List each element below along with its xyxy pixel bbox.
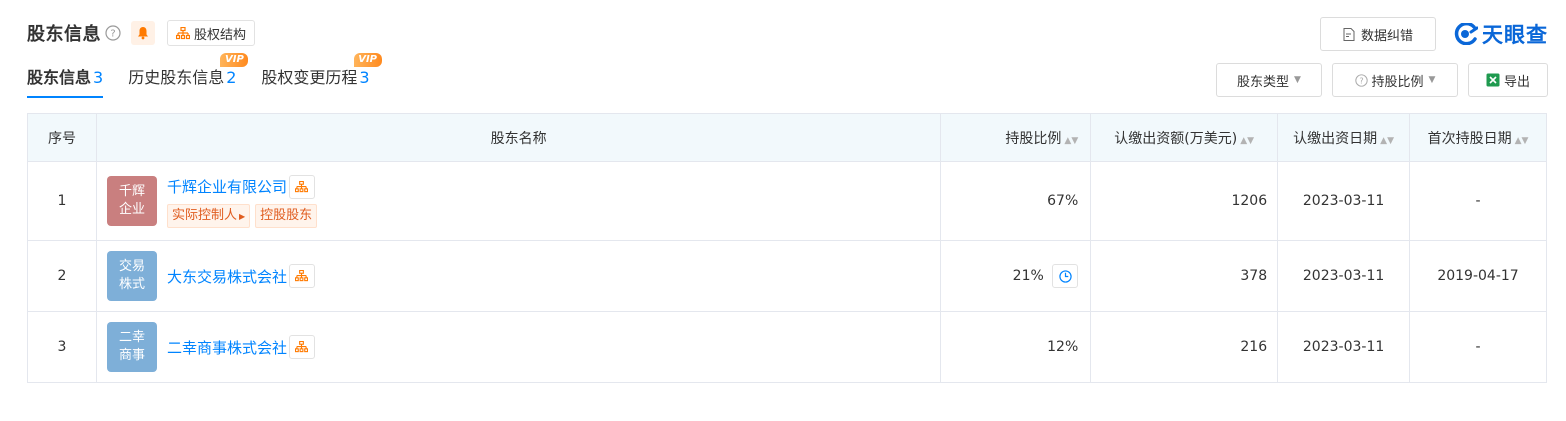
- row-first-date: 2019-04-17: [1409, 240, 1547, 312]
- row-index: 1: [27, 161, 97, 241]
- table-header-row: 序号 股东名称 持股比例 ▲▼ 认缴出资额(万美元) ▲▼ 认缴出资日期 ▲▼ 首次持…: [27, 113, 1547, 162]
- tab-equity-changes[interactable]: 股权变更历程 3 VIP: [261, 53, 382, 98]
- row-ratio: 67%: [940, 161, 1092, 241]
- controlling-shareholder-tag: 控股股东: [255, 203, 318, 228]
- help-icon: ?: [1354, 73, 1368, 87]
- org-chart-icon[interactable]: [288, 335, 315, 359]
- brand-logo: 天眼查: [1454, 19, 1548, 49]
- row-ratio: 12%: [940, 311, 1092, 383]
- table-row: 2 交易株式 大东交易株式会社 21% 378 2023-03-11 2019-…: [27, 240, 1547, 312]
- page-title: 股东信息: [27, 24, 101, 45]
- help-icon[interactable]: ?: [105, 25, 121, 41]
- tab-label: 股权变更历程: [261, 68, 358, 87]
- row-name-cell: 交易株式 大东交易株式会社: [95, 240, 942, 312]
- top-right-actions: 数据纠错 天眼查: [1320, 17, 1548, 51]
- header-index: 序号: [27, 113, 97, 162]
- org-chart-icon[interactable]: [288, 264, 315, 288]
- row-ratio-cell: 21%: [940, 240, 1092, 312]
- row-name-cell: 千辉企业 千辉企业有限公司 实际控制人 ▶ 控股股东: [95, 161, 942, 241]
- row-index: 3: [27, 311, 97, 383]
- row-amount: 1206: [1090, 161, 1279, 241]
- company-logo: 交易株式: [106, 251, 157, 301]
- tab-count: 3: [93, 68, 104, 87]
- row-amount: 216: [1090, 311, 1279, 383]
- brand-eye-icon: [1454, 23, 1478, 45]
- header-date[interactable]: 认缴出资日期 ▲▼: [1277, 113, 1411, 162]
- org-chart-icon: [176, 26, 190, 40]
- sort-icon: ▲▼: [1240, 135, 1255, 146]
- filter-bar: 股东类型 ▼ ? 持股比例 ▼ 导出: [1206, 63, 1548, 97]
- svg-text:?: ?: [110, 29, 115, 40]
- tab-bar: 股东信息 3 历史股东信息 2 VIP 股权变更历程 3 VIP: [27, 53, 395, 98]
- caret-down-icon: ▼: [1428, 75, 1436, 85]
- table-row: 3 二幸商事 二幸商事株式会社 12% 216 2023-03-11 -: [27, 311, 1547, 383]
- row-ratio: 21%: [1012, 268, 1044, 284]
- row-first-date: -: [1409, 311, 1547, 383]
- row-amount: 378: [1090, 240, 1279, 312]
- tab-count: 2: [226, 68, 237, 87]
- report-error-button[interactable]: 数据纠错: [1320, 17, 1436, 51]
- caret-right-icon: ▶: [238, 211, 246, 221]
- company-name-link[interactable]: 千辉企业有限公司: [167, 176, 287, 197]
- row-index: 2: [27, 240, 97, 312]
- share-ratio-dropdown[interactable]: ? 持股比例 ▼: [1332, 63, 1458, 97]
- pie-chart-icon[interactable]: [1052, 264, 1079, 288]
- edit-doc-icon: [1343, 27, 1355, 41]
- caret-down-icon: ▼: [1294, 75, 1301, 85]
- export-label: 导出: [1503, 74, 1530, 90]
- row-first-date: -: [1409, 161, 1547, 241]
- tab-label: 历史股东信息: [128, 68, 225, 87]
- holder-type-label: 股东类型: [1237, 74, 1290, 90]
- svg-text:?: ?: [1359, 75, 1363, 85]
- tab-shareholders[interactable]: 股东信息 3: [27, 62, 104, 98]
- excel-icon: [1486, 73, 1500, 87]
- header-first-date[interactable]: 首次持股日期 ▲▼: [1409, 113, 1547, 162]
- brand-name: 天眼查: [1482, 23, 1548, 47]
- tab-label: 股东信息: [27, 68, 92, 87]
- sort-icon: ▲▼: [1514, 135, 1529, 146]
- row-date: 2023-03-11: [1277, 240, 1411, 312]
- company-logo: 千辉企业: [106, 176, 157, 226]
- header-amount[interactable]: 认缴出资额(万美元) ▲▼: [1090, 113, 1279, 162]
- equity-structure-label: 股权结构: [194, 27, 247, 43]
- vip-badge: VIP: [220, 53, 249, 67]
- bell-icon[interactable]: [131, 21, 155, 45]
- header-name: 股东名称: [95, 113, 942, 162]
- org-chart-icon[interactable]: [288, 174, 315, 199]
- row-name-cell: 二幸商事 二幸商事株式会社: [95, 311, 942, 383]
- row-date: 2023-03-11: [1277, 311, 1411, 383]
- sort-icon: ▲▼: [1380, 135, 1394, 146]
- report-error-label: 数据纠错: [1360, 28, 1413, 44]
- share-ratio-label: 持股比例: [1371, 74, 1424, 90]
- equity-structure-button[interactable]: 股权结构: [167, 20, 256, 46]
- tab-history-shareholders[interactable]: 历史股东信息 2 VIP: [128, 53, 249, 98]
- title-row: 股东信息 ? 股权结构: [27, 18, 256, 48]
- table-row: 1 千辉企业 千辉企业有限公司 实际控制人 ▶ 控股股东 67% 1206 20…: [27, 161, 1547, 241]
- holder-type-dropdown[interactable]: 股东类型 ▼: [1216, 63, 1322, 97]
- company-logo: 二幸商事: [106, 322, 157, 372]
- company-name-link[interactable]: 大东交易株式会社: [167, 266, 287, 287]
- header-ratio[interactable]: 持股比例 ▲▼: [940, 113, 1092, 162]
- tab-count: 3: [359, 68, 370, 87]
- company-name-link[interactable]: 二幸商事株式会社: [167, 337, 287, 358]
- actual-controller-tag[interactable]: 实际控制人 ▶: [166, 203, 251, 228]
- vip-badge: VIP: [353, 53, 382, 67]
- sort-icon: ▲▼: [1064, 135, 1079, 146]
- export-button[interactable]: 导出: [1468, 63, 1548, 97]
- shareholders-table: 序号 股东名称 持股比例 ▲▼ 认缴出资额(万美元) ▲▼ 认缴出资日期 ▲▼ 首次持…: [27, 113, 1547, 383]
- row-date: 2023-03-11: [1277, 161, 1411, 241]
